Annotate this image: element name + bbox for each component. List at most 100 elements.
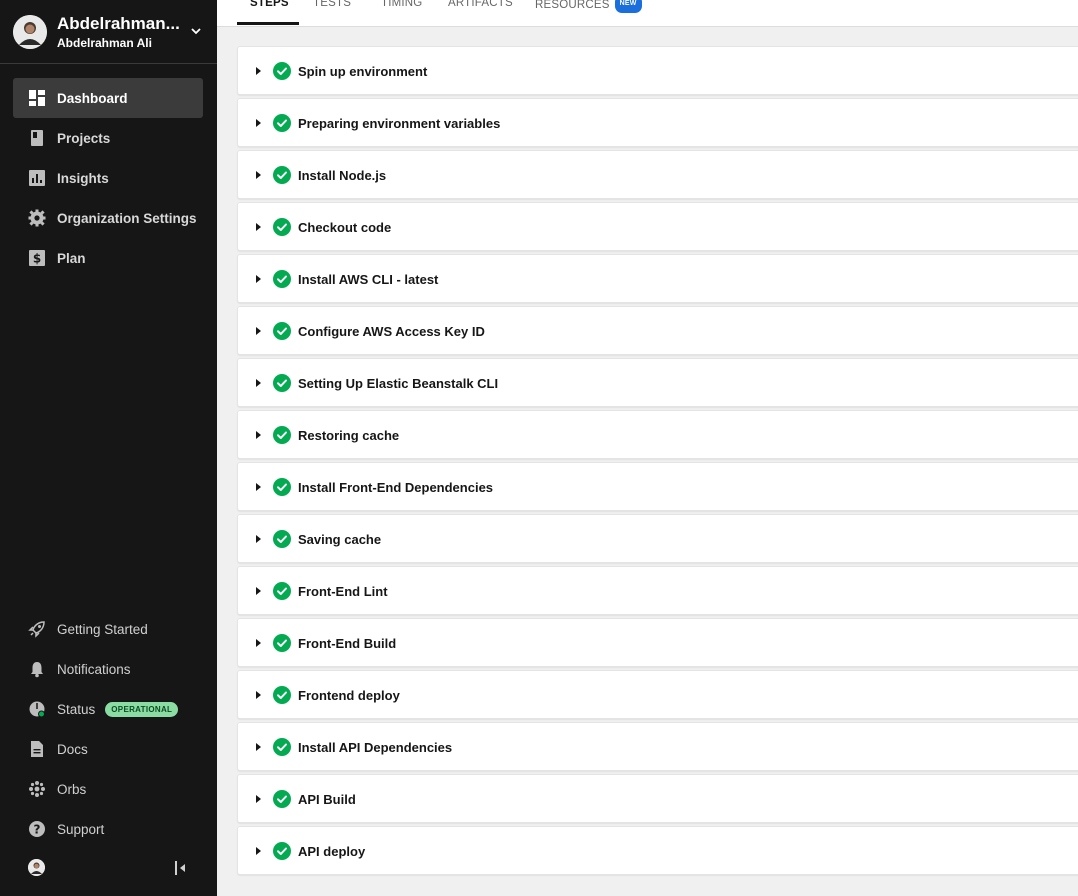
secondary-nav: Getting Started Notifications Status OPE…: [13, 609, 203, 849]
success-check-icon: [273, 530, 291, 548]
sidebar-item-notifications[interactable]: Notifications: [13, 649, 203, 689]
svg-text:$: $: [33, 252, 41, 266]
step-label: Setting Up Elastic Beanstalk CLI: [298, 376, 499, 391]
sidebar-item-status[interactable]: Status OPERATIONAL: [13, 689, 203, 729]
steps-list: Spin up environment Preparing environment…: [237, 46, 1078, 878]
status-icon: [28, 700, 46, 718]
step-label: Install Front-End Dependencies: [298, 480, 494, 495]
step-row[interactable]: Frontend deploy: [237, 670, 1078, 719]
step-label: API deploy: [298, 844, 366, 859]
sidebar-item-dashboard[interactable]: Dashboard: [13, 78, 203, 118]
chevron-down-icon[interactable]: [189, 24, 203, 38]
tab-artifacts[interactable]: ARTIFACTS: [448, 0, 513, 26]
sidebar-item-label: Projects: [57, 130, 111, 146]
caret-right-icon[interactable]: [256, 483, 261, 491]
success-check-icon: [273, 218, 291, 236]
caret-right-icon[interactable]: [256, 431, 261, 439]
caret-right-icon[interactable]: [256, 535, 261, 543]
success-check-icon: [273, 686, 291, 704]
caret-right-icon[interactable]: [256, 223, 261, 231]
caret-right-icon[interactable]: [256, 379, 261, 387]
caret-right-icon[interactable]: [256, 67, 261, 75]
sidebar-item-support[interactable]: ? Support: [13, 809, 203, 849]
success-check-icon: [273, 374, 291, 392]
step-label: Preparing environment variables: [298, 116, 501, 131]
step-label: Configure AWS Access Key ID: [298, 324, 485, 339]
bell-icon: [28, 660, 46, 678]
tab-tests[interactable]: TESTS: [313, 0, 351, 26]
step-row[interactable]: Saving cache: [237, 514, 1078, 563]
sidebar-item-label: Docs: [57, 741, 88, 757]
step-label: API Build: [298, 792, 356, 807]
caret-right-icon[interactable]: [256, 795, 261, 803]
step-row[interactable]: Preparing environment variables: [237, 98, 1078, 147]
sidebar-item-projects[interactable]: Projects: [13, 118, 203, 158]
step-row[interactable]: Install Front-End Dependencies: [237, 462, 1078, 511]
caret-right-icon[interactable]: [256, 327, 261, 335]
sidebar-item-label: Organization Settings: [57, 210, 197, 226]
tab-label: ARTIFACTS: [448, 0, 513, 9]
caret-right-icon[interactable]: [256, 275, 261, 283]
tab-label: RESOURCES: [535, 0, 610, 12]
tab-timing[interactable]: TIMING: [381, 0, 422, 26]
sidebar-item-organization-settings[interactable]: Organization Settings: [13, 198, 203, 238]
success-check-icon: [273, 478, 291, 496]
step-row[interactable]: API Build: [237, 774, 1078, 823]
sidebar-item-insights[interactable]: Insights: [13, 158, 203, 198]
gear-icon: [28, 209, 46, 227]
step-row[interactable]: Setting Up Elastic Beanstalk CLI: [237, 358, 1078, 407]
step-row[interactable]: Checkout code: [237, 202, 1078, 251]
caret-right-icon[interactable]: [256, 639, 261, 647]
step-row[interactable]: Spin up environment: [237, 46, 1078, 95]
sidebar-footer: [28, 859, 188, 879]
step-label: Saving cache: [298, 532, 382, 547]
step-row[interactable]: Restoring cache: [237, 410, 1078, 459]
collapse-sidebar-icon[interactable]: [173, 860, 187, 876]
caret-right-icon[interactable]: [256, 847, 261, 855]
sidebar-item-label: Getting Started: [57, 621, 148, 637]
sidebar-item-label: Support: [57, 821, 105, 837]
sidebar-item-plan[interactable]: $ Plan: [13, 238, 203, 278]
tab-label: TIMING: [381, 0, 423, 9]
main-content: STEPS TESTS TIMING ARTIFACTS RESOURCES NE…: [217, 0, 1078, 896]
success-check-icon: [273, 842, 291, 860]
sidebar-item-getting-started[interactable]: Getting Started: [13, 609, 203, 649]
sidebar-item-label: Plan: [57, 250, 86, 266]
step-label: Checkout code: [298, 220, 392, 235]
org-switcher[interactable]: Abdelrahman... Abdelrahman Ali: [13, 14, 205, 52]
success-check-icon: [273, 166, 291, 184]
insights-icon: [28, 169, 46, 187]
new-badge: NEW: [614, 0, 642, 13]
sidebar-item-orbs[interactable]: Orbs: [13, 769, 203, 809]
step-row[interactable]: Install API Dependencies: [237, 722, 1078, 771]
projects-icon: [28, 129, 46, 147]
tab-label: STEPS: [250, 0, 289, 9]
success-check-icon: [273, 426, 291, 444]
dollar-icon: $: [28, 249, 46, 267]
sidebar-item-label: Dashboard: [57, 90, 128, 106]
sidebar: Abdelrahman... Abdelrahman Ali Dashboard…: [0, 0, 217, 896]
step-row[interactable]: Install AWS CLI - latest: [237, 254, 1078, 303]
caret-right-icon[interactable]: [256, 171, 261, 179]
step-row[interactable]: API deploy: [237, 826, 1078, 875]
step-row[interactable]: Configure AWS Access Key ID: [237, 306, 1078, 355]
step-label: Restoring cache: [298, 428, 400, 443]
caret-right-icon[interactable]: [256, 691, 261, 699]
caret-right-icon[interactable]: [256, 743, 261, 751]
success-check-icon: [273, 322, 291, 340]
caret-right-icon[interactable]: [256, 587, 261, 595]
sidebar-item-docs[interactable]: Docs: [13, 729, 203, 769]
help-icon: ?: [28, 820, 46, 838]
step-row[interactable]: Front-End Build: [237, 618, 1078, 667]
caret-right-icon[interactable]: [256, 119, 261, 127]
step-row[interactable]: Front-End Lint: [237, 566, 1078, 615]
step-row[interactable]: Install Node.js: [237, 150, 1078, 199]
sidebar-item-label: Notifications: [57, 661, 131, 677]
step-label: Install AWS CLI - latest: [298, 272, 439, 287]
docs-icon: [28, 740, 46, 758]
step-label: Front-End Lint: [298, 584, 388, 599]
org-name: Abdelrahman...: [57, 14, 180, 33]
user-avatar[interactable]: [28, 859, 45, 876]
tab-resources[interactable]: RESOURCES NEW: [535, 0, 642, 26]
rocket-icon: [28, 620, 46, 638]
